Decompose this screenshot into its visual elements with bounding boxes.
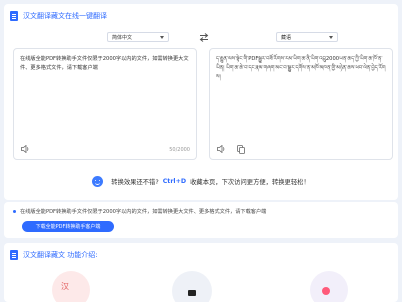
document-icon [10, 11, 18, 21]
intro-card: 汉文翻译藏文 功能介绍: 汉 [4, 243, 398, 302]
tip-before: 转换效果还不错? [111, 179, 159, 186]
translated-text: ད་རྒྱུན་ལས་སྟེང་གི་PDFསྒྱུར་བཟོ་རོགས་རམ་… [216, 56, 386, 80]
target-language-select[interactable]: 藏语 [276, 32, 338, 42]
badge-icon [322, 287, 330, 295]
speaker-icon[interactable] [217, 145, 226, 153]
tip-shortcut: Ctrl+D [162, 178, 187, 185]
promo-notice: 在线版全能PDF转换助手文件仅限于2000字以内的文件，如需转换更大文件、更多格… [13, 208, 266, 215]
chevron-down-icon [160, 35, 164, 39]
source-language-select[interactable]: 简体中文 [107, 32, 169, 42]
bookmark-tip: 转换效果还不错? Ctrl+D 收藏本页，下次访问更方便，转换更轻松！ [4, 176, 398, 187]
source-text[interactable]: 在线版全能PDF转换助手文件仅限于2000字以内的文件，如需转换更大文件、更多格… [20, 55, 190, 73]
feature-illustration-2 [172, 271, 212, 302]
source-text-area[interactable]: 在线版全能PDF转换助手文件仅限于2000字以内的文件，如需转换更大文件、更多格… [13, 48, 197, 160]
promo-card: 在线版全能PDF转换助手文件仅限于2000字以内的文件，如需转换更大文件、更多格… [4, 202, 398, 238]
character-counter: 50/2000 [169, 147, 190, 153]
feature-illustration-1 [52, 271, 90, 302]
feature-illustration-label: 汉 [61, 282, 69, 291]
speaker-icon[interactable] [21, 145, 30, 153]
bullet-icon [13, 210, 16, 213]
promo-text: 在线版全能PDF转换助手文件仅限于2000字以内的文件，如需转换更大文件、更多格… [20, 209, 267, 215]
page-title: 汉文翻译藏文在线一键翻译 [23, 12, 107, 20]
target-language-label: 藏语 [281, 34, 292, 41]
intro-header: 汉文翻译藏文 功能介绍: [10, 250, 98, 260]
target-text-area: ད་རྒྱུན་ལས་སྟེང་གི་PDFསྒྱུར་བཟོ་རོགས་རམ་… [209, 48, 393, 160]
chevron-down-icon [329, 35, 333, 39]
smile-icon [92, 176, 104, 187]
source-language-label: 简体中文 [112, 34, 133, 41]
feature-illustration-3 [310, 271, 348, 302]
document-icon [10, 250, 18, 260]
video-icon [188, 290, 196, 296]
swap-icon[interactable] [199, 33, 209, 42]
tip-after: 收藏本页，下次访问更方便，转换更轻松！ [190, 179, 310, 186]
header: 汉文翻译藏文在线一键翻译 [10, 11, 107, 21]
copy-icon[interactable] [237, 145, 245, 154]
download-client-button[interactable]: 下载全能PDF转换助手客户端 [22, 221, 114, 232]
translator-card: 汉文翻译藏文在线一键翻译 简体中文 藏语 在线版全能PDF转换助手文件仅限于20… [4, 4, 398, 200]
intro-title: 汉文翻译藏文 功能介绍: [23, 251, 98, 259]
